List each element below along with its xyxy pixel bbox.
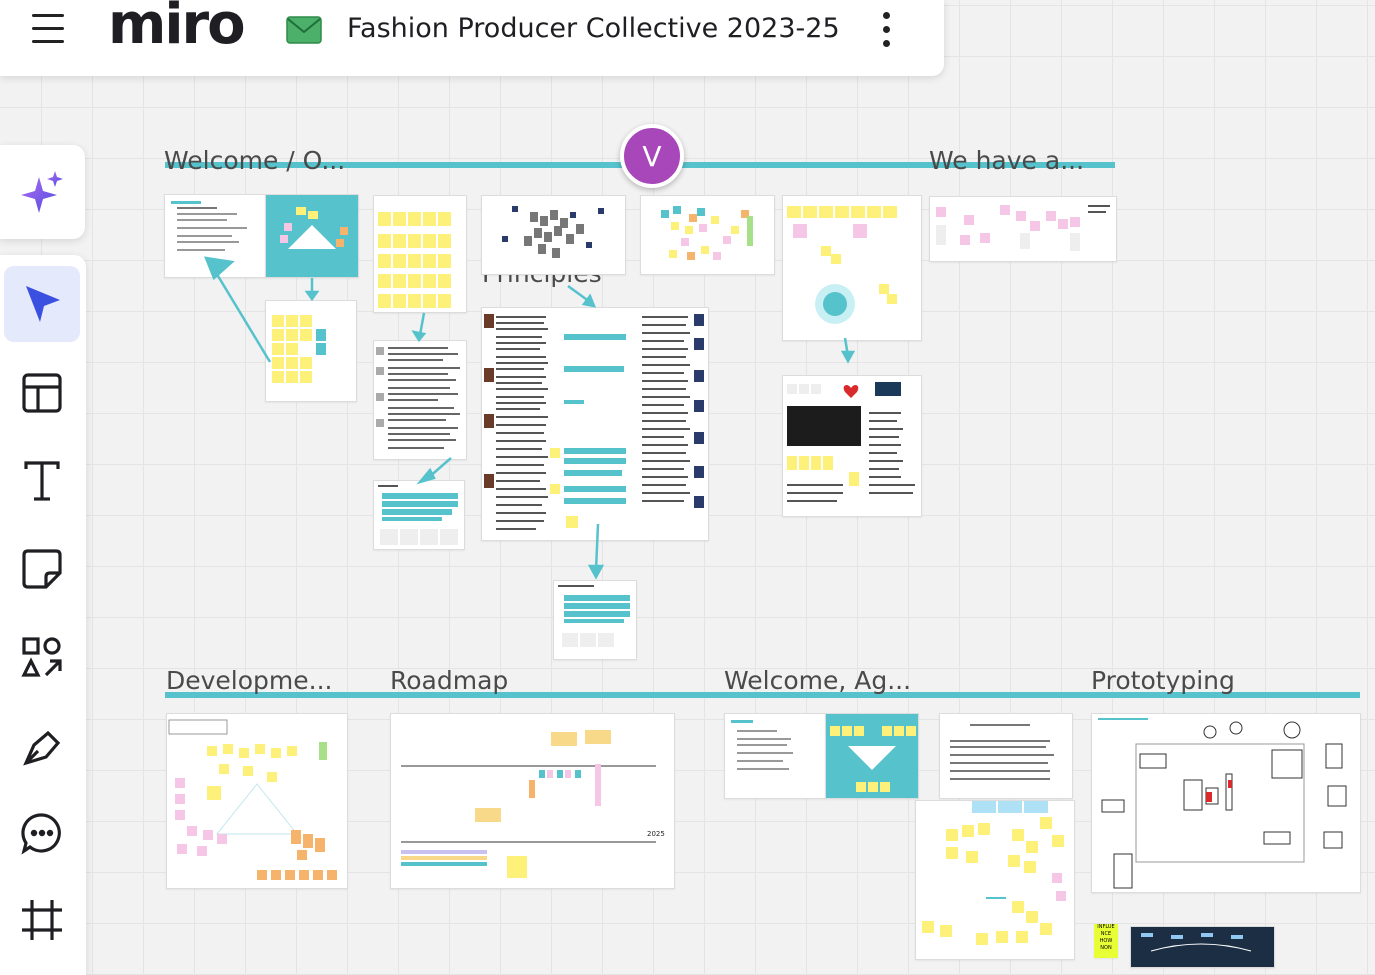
frame-agenda-notes[interactable] <box>939 713 1073 799</box>
frame-title-prototyping[interactable]: Prototyping <box>1091 666 1235 695</box>
dark-diagram <box>1141 933 1252 952</box>
brainstorm-content <box>922 801 1066 945</box>
menu-button[interactable] <box>32 12 64 46</box>
tree-diagram <box>936 205 1110 251</box>
frame-development[interactable] <box>166 713 348 889</box>
ai-assist-button[interactable] <box>4 154 80 230</box>
text-icon <box>24 461 60 501</box>
shapes-tool[interactable] <box>4 619 80 695</box>
frame-welcome-stickies[interactable] <box>265 300 357 402</box>
mindmap-content <box>787 206 897 324</box>
doc-lines <box>171 201 247 251</box>
frame-title-roadmap[interactable]: Roadmap <box>390 666 508 695</box>
more-options-button[interactable] <box>876 10 898 50</box>
pen-tool[interactable] <box>4 707 80 783</box>
frame-title-we-have-a[interactable]: We have a... <box>929 146 1084 175</box>
frame-brainstorm[interactable] <box>915 800 1075 960</box>
image-collage <box>502 206 604 258</box>
comment-tool[interactable] <box>4 795 80 871</box>
frame-teal-notes[interactable] <box>373 480 465 550</box>
frame-welcome-agenda-teal[interactable] <box>825 713 919 799</box>
frame-image-collage[interactable] <box>481 195 626 275</box>
summary-notes <box>558 585 630 647</box>
select-tool[interactable] <box>4 266 80 342</box>
shapes-icon <box>21 637 62 677</box>
sticky-columns <box>378 212 451 308</box>
frame-we-have-a[interactable] <box>929 196 1117 262</box>
frame-colored-stickies[interactable] <box>640 195 775 275</box>
top-bar: miro Fashion Producer Collective 2023-25 <box>0 0 944 76</box>
frame-tool[interactable] <box>4 882 80 958</box>
frame-principles[interactable] <box>481 307 709 541</box>
roadmap-year-label: 2025 <box>647 830 665 838</box>
frame-welcome-teal[interactable] <box>265 194 359 278</box>
envelope-icon[interactable] <box>286 16 322 48</box>
layout-icon <box>22 373 62 413</box>
ai-assist-panel <box>0 145 85 239</box>
frame-prototyping[interactable] <box>1091 713 1361 893</box>
frame-title-welcome-agenda[interactable]: Welcome, Ag... <box>724 666 911 695</box>
mindmap-detail <box>787 382 915 502</box>
principles-content <box>484 314 704 530</box>
frame-mindmap[interactable] <box>782 195 922 341</box>
frame-prototyping-dark[interactable] <box>1130 926 1275 968</box>
text-tool[interactable] <box>4 443 80 519</box>
hamburger-icon <box>32 14 64 17</box>
frame-welcome-agenda-doc[interactable] <box>724 713 826 799</box>
frame-mindmap-detail[interactable] <box>782 375 922 517</box>
sticky-grid <box>272 315 326 383</box>
sticky-note-tool[interactable] <box>4 531 80 607</box>
frame-principles-summary[interactable] <box>553 580 637 660</box>
board-title[interactable]: Fashion Producer Collective 2023-25 <box>347 13 840 44</box>
colored-stickies <box>661 206 753 260</box>
frame-text-doc[interactable] <box>373 340 467 460</box>
influence-note[interactable]: INFLUE NCE HOW NON <box>1094 924 1118 958</box>
prototyping-sketches <box>1098 718 1347 889</box>
pen-icon <box>23 730 61 766</box>
teal-notes <box>378 485 458 545</box>
influence-note-text: INFLUE NCE HOW NON <box>1097 924 1115 951</box>
doc-text-lines <box>376 347 460 449</box>
agenda-notes <box>950 724 1054 780</box>
development-content <box>168 719 337 880</box>
board-canvas[interactable]: Welcome / O... We have a... Principles D… <box>0 0 1375 968</box>
roadmap-timeline: 2025 <box>401 730 665 878</box>
frame-welcome-doc[interactable] <box>164 194 266 278</box>
left-toolbar <box>0 255 86 975</box>
miro-logo[interactable]: miro <box>108 0 246 57</box>
templates-tool[interactable] <box>4 355 80 431</box>
frame-sticky-columns[interactable] <box>373 195 467 313</box>
frame-icon <box>22 900 62 940</box>
agenda-teal-diagram <box>830 726 916 792</box>
sparkles-icon <box>21 171 63 213</box>
frame-roadmap[interactable]: 2025 <box>390 713 675 889</box>
sticky-note-icon <box>22 549 62 589</box>
comment-icon <box>21 813 61 855</box>
cursor-icon <box>26 286 60 322</box>
frame-title-development[interactable]: Developme... <box>166 666 333 695</box>
teal-diagram <box>280 207 348 249</box>
collaborator-avatar[interactable]: V <box>620 124 684 188</box>
more-vertical-icon <box>883 12 890 19</box>
agenda-doc <box>731 720 793 770</box>
frame-title-welcome[interactable]: Welcome / O... <box>164 146 345 175</box>
